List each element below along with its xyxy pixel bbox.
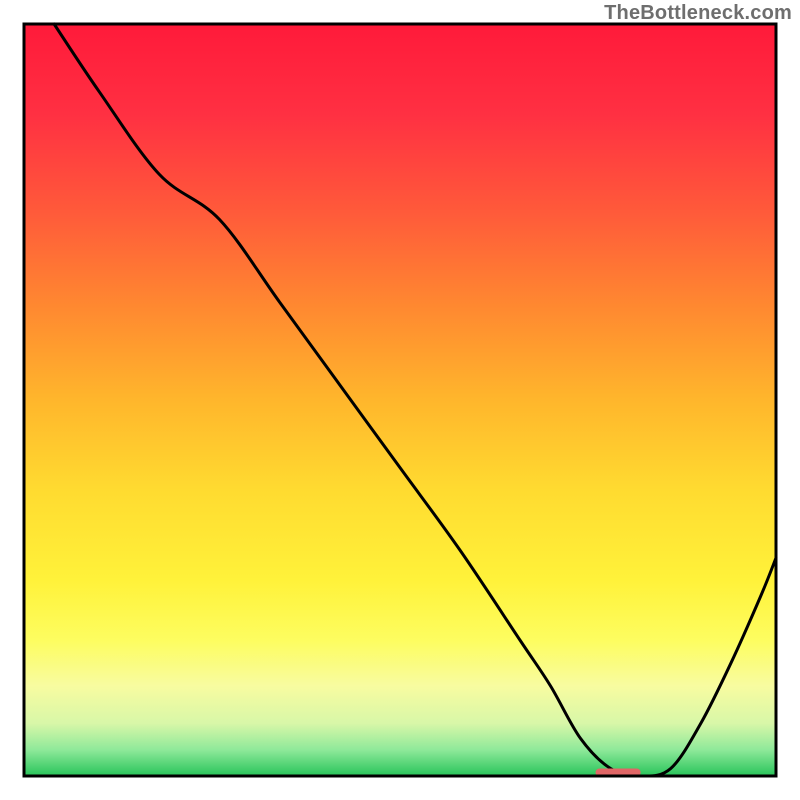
bottleneck-chart <box>0 0 800 800</box>
plot-background <box>24 24 776 776</box>
